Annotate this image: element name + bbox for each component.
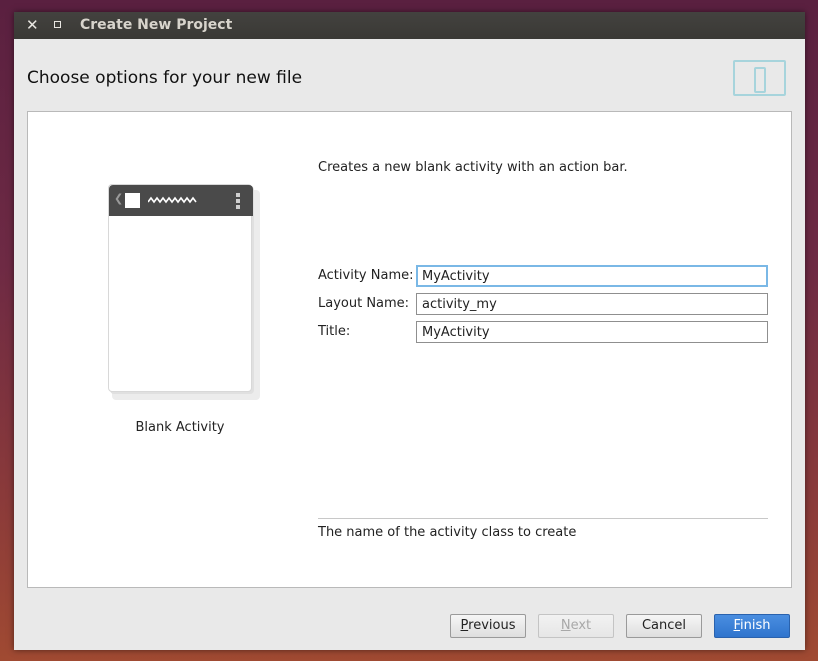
maximize-icon[interactable] xyxy=(54,21,61,28)
finish-button[interactable]: Finish xyxy=(714,614,790,638)
create-project-dialog: ✕ Create New Project Choose options for … xyxy=(14,12,805,650)
template-description: Creates a new blank activity with an act… xyxy=(318,160,628,175)
previous-button[interactable]: Previous xyxy=(450,614,526,638)
preview-screen: ❮ xyxy=(108,184,253,392)
field-help-text: The name of the activity class to create xyxy=(318,525,577,540)
activity-preview: ❮ xyxy=(108,184,260,400)
close-icon[interactable]: ✕ xyxy=(26,16,39,34)
options-panel: ❮ Blank Activity Creates a new blank act… xyxy=(27,111,792,588)
app-icon xyxy=(125,193,140,208)
activity-name-input[interactable] xyxy=(416,265,768,287)
next-button[interactable]: Next xyxy=(538,614,614,638)
layout-name-input[interactable] xyxy=(416,293,768,315)
cancel-button[interactable]: Cancel xyxy=(626,614,702,638)
layout-name-label: Layout Name: xyxy=(318,296,410,311)
activity-name-label: Activity Name: xyxy=(318,268,414,283)
window-title: Create New Project xyxy=(80,17,233,33)
title-label: Title: xyxy=(318,324,351,339)
title-placeholder-icon xyxy=(148,196,197,204)
help-separator xyxy=(318,518,768,519)
page-title: Choose options for your new file xyxy=(27,68,303,88)
phone-icon xyxy=(754,67,766,93)
back-caret-icon: ❮ xyxy=(114,192,124,205)
overflow-menu-icon xyxy=(236,193,240,211)
preview-label: Blank Activity xyxy=(135,420,225,435)
device-layout-icon xyxy=(733,60,786,96)
title-bar: ✕ Create New Project xyxy=(14,12,805,39)
preview-action-bar: ❮ xyxy=(109,185,253,216)
title-input[interactable] xyxy=(416,321,768,343)
